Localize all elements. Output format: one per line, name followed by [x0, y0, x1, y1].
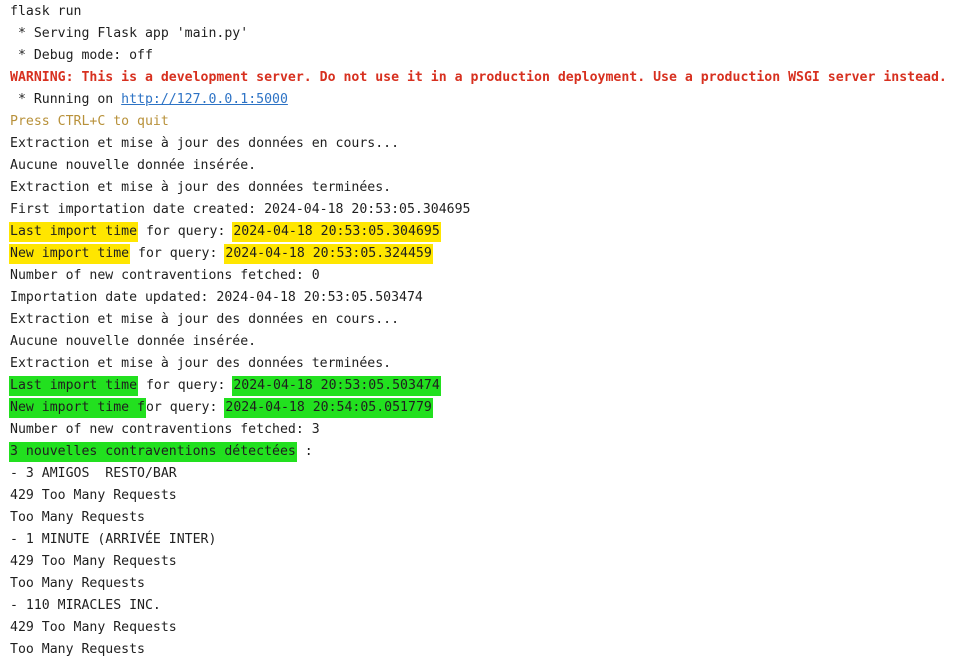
terminal-text: Extraction et mise à jour des données en… [10, 136, 400, 151]
terminal-text: Too Many Requests [10, 642, 145, 657]
terminal-line: 429 Too Many Requests [10, 551, 177, 573]
terminal-line: First importation date created: 2024-04-… [10, 199, 471, 221]
terminal-line: Extraction et mise à jour des données en… [10, 309, 399, 331]
terminal-line: - 3 AMIGOS RESTO/BAR [10, 463, 177, 485]
highlight-yellow: New import time [9, 244, 131, 264]
terminal-text: - 1 MINUTE (ARRIVÉE INTER) [10, 532, 217, 547]
terminal-text: First importation date created: 2024-04-… [10, 202, 471, 217]
terminal-line: * Serving Flask app 'main.py' [10, 23, 248, 45]
terminal-text: 429 Too Many Requests [10, 620, 177, 635]
quit-hint: Press CTRL+C to quit [10, 114, 169, 129]
terminal-line: Number of new contraventions fetched: 3 [10, 419, 320, 441]
terminal-line: Too Many Requests [10, 639, 145, 661]
terminal-line: 429 Too Many Requests [10, 485, 177, 507]
terminal-text: for query: [138, 224, 234, 239]
terminal-output: flask run * Serving Flask app 'main.py' … [0, 0, 979, 664]
terminal-line: Extraction et mise à jour des données te… [10, 177, 391, 199]
terminal-line: Extraction et mise à jour des données te… [10, 353, 391, 375]
terminal-line: * Debug mode: off [10, 45, 153, 67]
highlight-green: Last import time [9, 376, 139, 396]
terminal-text: Number of new contraventions fetched: 0 [10, 268, 320, 283]
terminal-text: flask run [10, 4, 82, 19]
highlight-green: New import time f [9, 398, 146, 418]
terminal-line: Last import time for query: 2024-04-18 2… [9, 375, 441, 397]
server-url-link[interactable]: http://127.0.0.1:5000 [121, 92, 288, 107]
terminal-text: * Serving Flask app 'main.py' [10, 26, 249, 41]
highlight-yellow: Last import time [9, 222, 139, 242]
terminal-line: Last import time for query: 2024-04-18 2… [9, 221, 441, 243]
terminal-line: flask run [10, 1, 81, 23]
terminal-line: Aucune nouvelle donnée insérée. [10, 155, 256, 177]
terminal-text: 429 Too Many Requests [10, 488, 177, 503]
terminal-text: for query: [138, 378, 234, 393]
terminal-text: - 3 AMIGOS RESTO/BAR [10, 466, 177, 481]
warning-message: WARNING: This is a development server. D… [10, 70, 947, 85]
highlight-yellow: 2024-04-18 20:53:05.304695 [232, 222, 441, 242]
terminal-text: * Debug mode: off [10, 48, 153, 63]
highlight-yellow: 2024-04-18 20:53:05.324459 [224, 244, 433, 264]
terminal-line: New import time for query: 2024-04-18 20… [9, 243, 433, 265]
terminal-text: or query: [145, 400, 226, 415]
terminal-text: : [296, 444, 313, 459]
terminal-text: Too Many Requests [10, 576, 145, 591]
terminal-line: Number of new contraventions fetched: 0 [10, 265, 320, 287]
terminal-line: Extraction et mise à jour des données en… [10, 133, 399, 155]
terminal-text: Aucune nouvelle donnée insérée. [10, 334, 257, 349]
terminal-line: 429 Too Many Requests [10, 617, 177, 639]
highlight-green: 3 nouvelles contraventions détectées [9, 442, 297, 462]
terminal-text: Too Many Requests [10, 510, 145, 525]
terminal-text: Importation date updated: 2024-04-18 20:… [10, 290, 423, 305]
terminal-line: * Running on http://127.0.0.1:5000 [10, 89, 288, 111]
terminal-text: Number of new contraventions fetched: 3 [10, 422, 320, 437]
terminal-line: - 110 MIRACLES INC. [10, 595, 161, 617]
terminal-text: Extraction et mise à jour des données en… [10, 312, 400, 327]
terminal-line: Aucune nouvelle donnée insérée. [10, 331, 256, 353]
terminal-text: * Running on [10, 92, 122, 107]
highlight-green: 2024-04-18 20:54:05.051779 [224, 398, 433, 418]
terminal-line: Too Many Requests [10, 573, 145, 595]
terminal-text: for query: [130, 246, 226, 261]
terminal-text: - 110 MIRACLES INC. [10, 598, 161, 613]
highlight-green: 2024-04-18 20:53:05.503474 [232, 376, 441, 396]
terminal-text: 429 Too Many Requests [10, 554, 177, 569]
terminal-line: - 1 MINUTE (ARRIVÉE INTER) [10, 529, 216, 551]
terminal-line: WARNING: This is a development server. D… [10, 67, 947, 89]
terminal-text: Aucune nouvelle donnée insérée. [10, 158, 257, 173]
terminal-line: New import time for query: 2024-04-18 20… [9, 397, 433, 419]
terminal-line: Press CTRL+C to quit [10, 111, 169, 133]
terminal-text: Extraction et mise à jour des données te… [10, 356, 392, 371]
terminal-line: Too Many Requests [10, 507, 145, 529]
terminal-line: Importation date updated: 2024-04-18 20:… [10, 287, 423, 309]
terminal-line: 3 nouvelles contraventions détectées : [9, 441, 313, 463]
terminal-text: Extraction et mise à jour des données te… [10, 180, 392, 195]
